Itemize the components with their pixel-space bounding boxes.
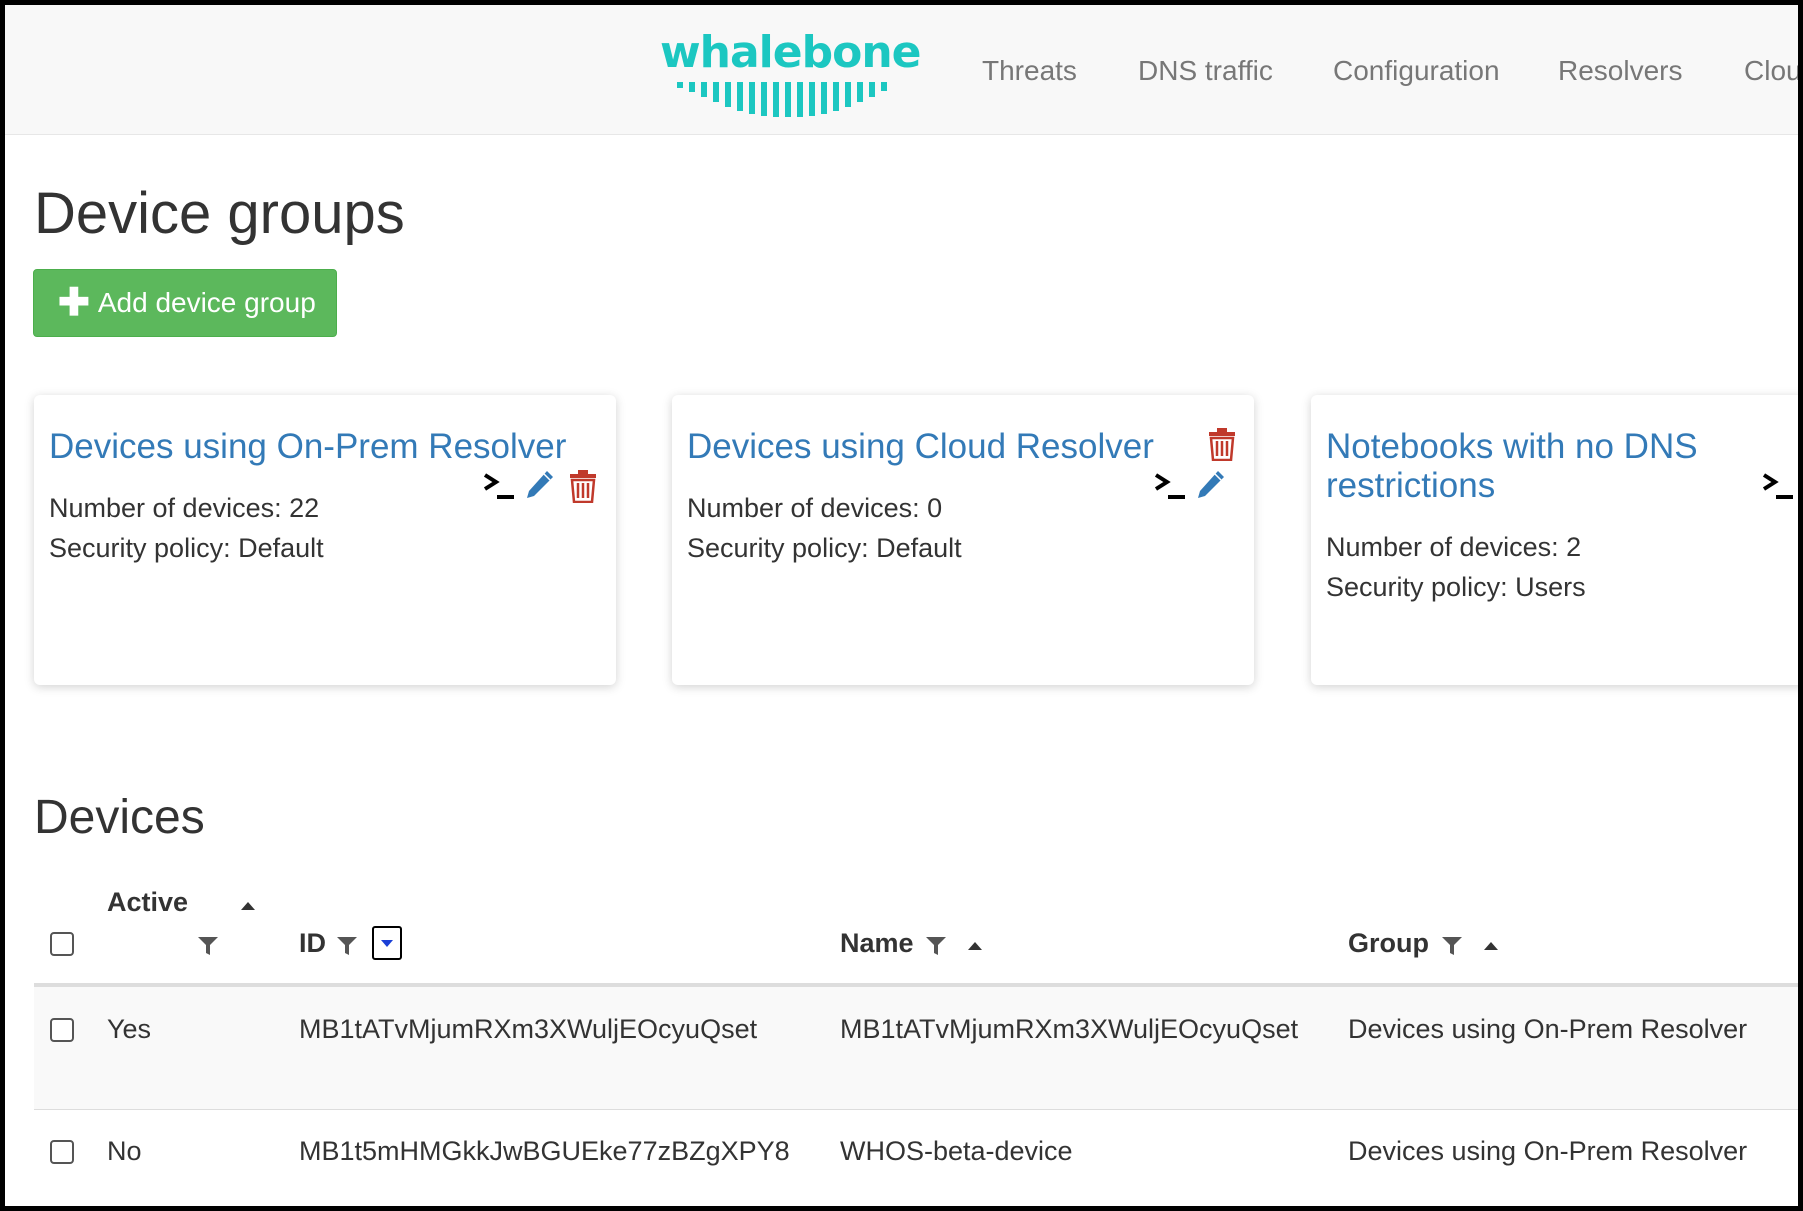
group-device-count: Number of devices: 0 bbox=[687, 493, 943, 523]
group-card-on-prem: Devices using On-Prem Resolver Number of… bbox=[34, 395, 616, 685]
select-all-checkbox[interactable] bbox=[50, 932, 74, 956]
group-security-policy: Security policy: Default bbox=[687, 533, 962, 563]
cell-name: WHOS-beta-device bbox=[840, 1136, 1073, 1166]
add-device-group-label: Add device group bbox=[97, 287, 316, 318]
sort-desc-icon[interactable] bbox=[372, 926, 402, 960]
pencil-icon[interactable] bbox=[1194, 469, 1226, 501]
top-navbar: whalebone Threats DNS traffic Configurat… bbox=[5, 5, 1803, 135]
group-title-link[interactable]: Notebooks with no DNS restrictions bbox=[1326, 427, 1726, 505]
filter-icon[interactable] bbox=[337, 937, 357, 955]
add-device-group-button[interactable]: ✚ Add device group bbox=[33, 269, 337, 337]
terminal-icon[interactable] bbox=[1153, 471, 1187, 501]
group-security-policy: Security policy: Users bbox=[1326, 572, 1586, 602]
group-title-link[interactable]: Devices using On-Prem Resolver bbox=[49, 427, 604, 466]
column-header-group[interactable]: Group bbox=[1348, 928, 1429, 959]
whalebone-logo[interactable]: whalebone bbox=[660, 27, 921, 127]
column-header-active[interactable]: Active bbox=[107, 887, 188, 918]
cell-group: Devices using On-Prem Resolver bbox=[1348, 1014, 1748, 1044]
group-device-count: Number of devices: 2 bbox=[1326, 532, 1582, 562]
sort-asc-icon[interactable] bbox=[1484, 942, 1498, 950]
filter-icon[interactable] bbox=[198, 937, 218, 955]
group-card-cloud: Devices using Cloud Resolver Number of d… bbox=[672, 395, 1254, 685]
terminal-icon[interactable] bbox=[1761, 471, 1795, 501]
cell-active: Yes bbox=[107, 1014, 152, 1044]
logo-wordmark: whalebone bbox=[660, 27, 921, 78]
group-security-policy: Security policy: Default bbox=[49, 533, 324, 563]
row-checkbox[interactable] bbox=[50, 1140, 74, 1164]
pencil-icon[interactable] bbox=[523, 469, 555, 501]
cell-active: No bbox=[107, 1136, 142, 1166]
row-checkbox[interactable] bbox=[50, 1018, 74, 1042]
nav-configuration[interactable]: Configuration bbox=[1333, 55, 1500, 87]
group-title-link[interactable]: Devices using Cloud Resolver bbox=[687, 427, 1207, 466]
trash-icon[interactable] bbox=[569, 469, 597, 503]
trash-icon[interactable] bbox=[1208, 427, 1236, 461]
column-header-id[interactable]: ID bbox=[299, 928, 326, 959]
nav-cloud[interactable]: Clou bbox=[1744, 55, 1802, 87]
group-card-notebooks: Notebooks with no DNS restrictions Numbe… bbox=[1311, 395, 1803, 685]
filter-icon[interactable] bbox=[926, 937, 946, 955]
cell-id: MB1tATvMjumRXm3XWuljEOcyuQset bbox=[299, 1014, 758, 1044]
group-device-count: Number of devices: 22 bbox=[49, 493, 320, 523]
terminal-icon[interactable] bbox=[482, 471, 516, 501]
column-header-name[interactable]: Name bbox=[840, 928, 914, 959]
page-title: Device groups bbox=[34, 181, 405, 246]
nav-resolvers[interactable]: Resolvers bbox=[1558, 55, 1682, 87]
nav-threats[interactable]: Threats bbox=[982, 55, 1077, 87]
cell-id: MB1t5mHMGkkJwBGUEke77zBZgXPY8 bbox=[299, 1136, 790, 1166]
filter-icon[interactable] bbox=[1442, 937, 1462, 955]
plus-icon: ✚ bbox=[58, 282, 90, 324]
sort-asc-icon[interactable] bbox=[241, 902, 255, 910]
table-row[interactable] bbox=[34, 987, 1803, 1110]
cell-name: MB1tATvMjumRXm3XWuljEOcyuQset bbox=[840, 1014, 1299, 1044]
cell-group: Devices using On-Prem Resolver bbox=[1348, 1136, 1748, 1166]
sort-asc-icon[interactable] bbox=[968, 942, 982, 950]
logo-comb-graphic bbox=[677, 82, 887, 117]
nav-dns-traffic[interactable]: DNS traffic bbox=[1138, 55, 1273, 87]
devices-title: Devices bbox=[34, 791, 205, 844]
